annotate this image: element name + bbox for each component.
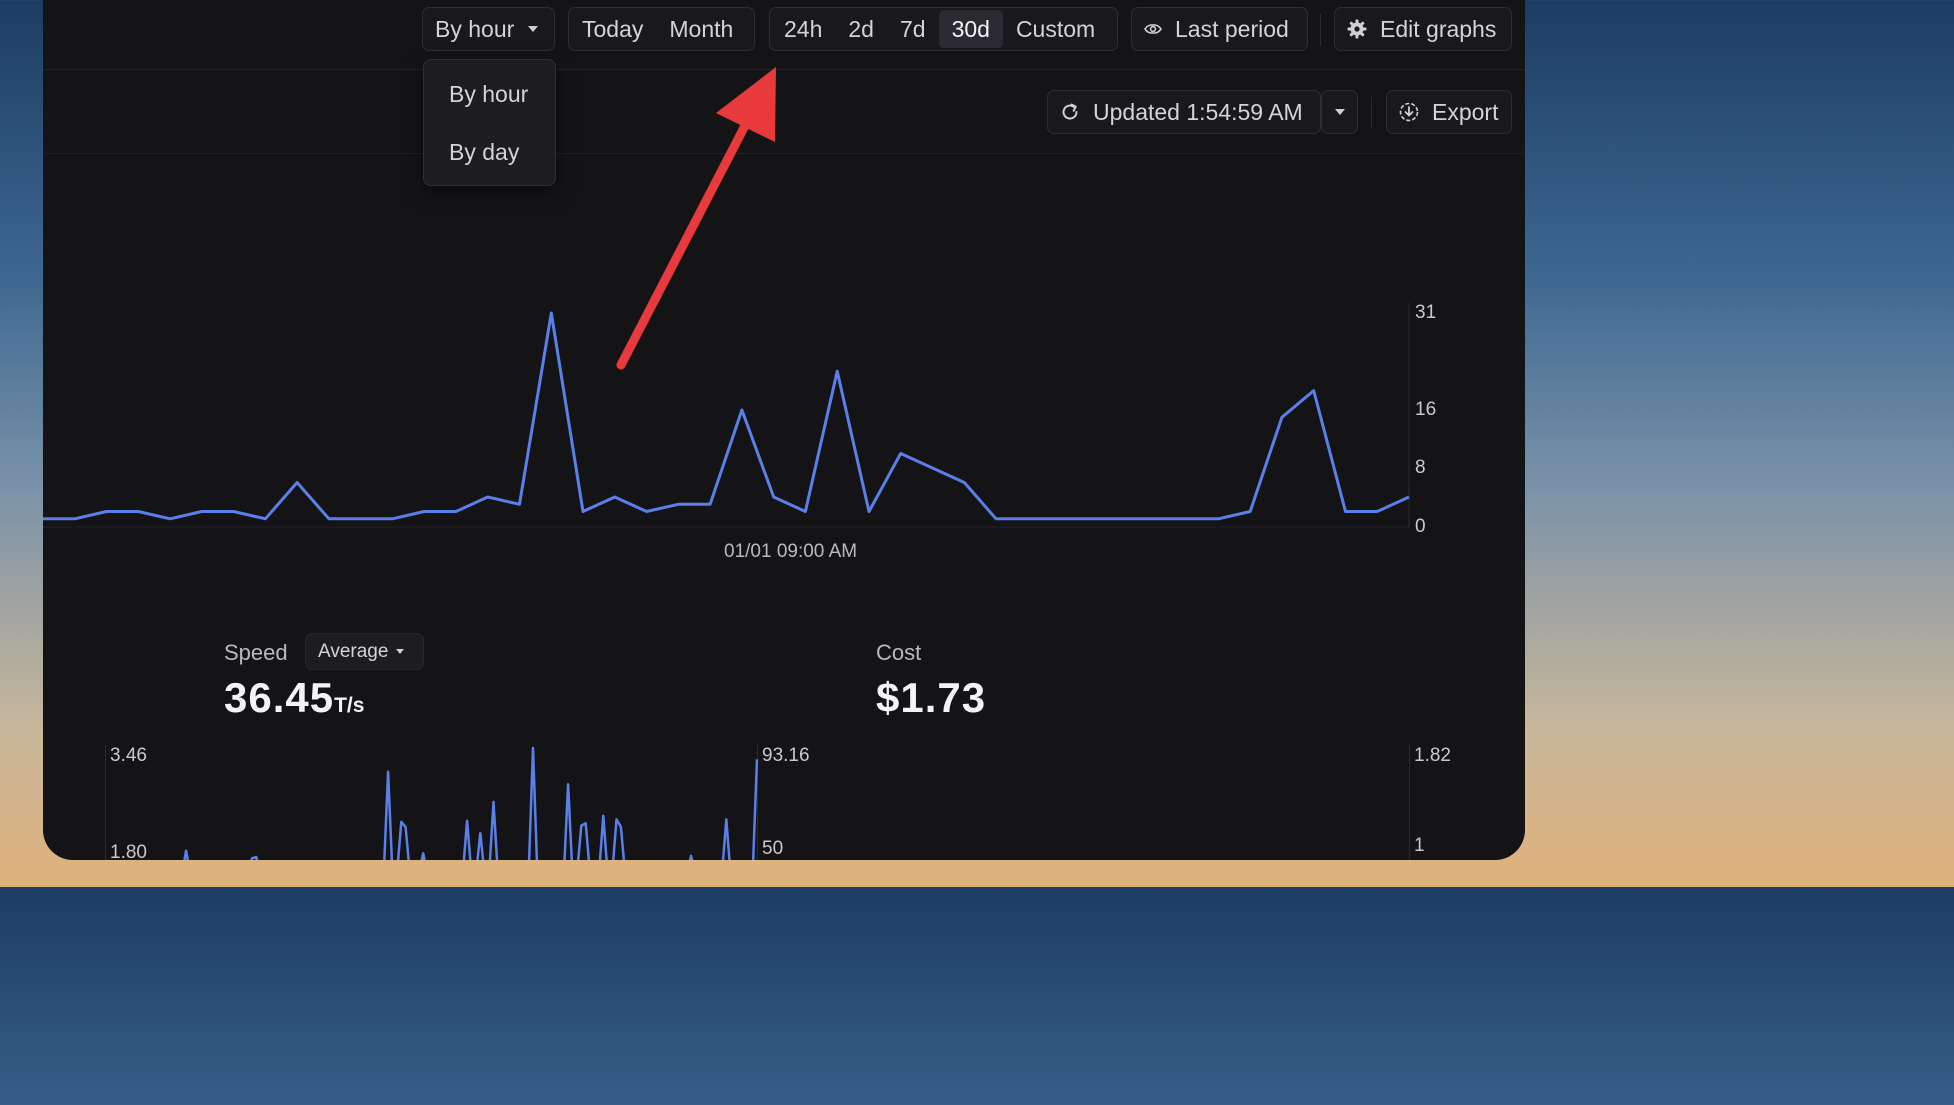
group-by-menu: By hour By day bbox=[423, 59, 556, 186]
menu-item-by-day[interactable]: By day bbox=[449, 139, 519, 166]
menu-item-by-hour[interactable]: By hour bbox=[449, 81, 528, 108]
cost-chart-axis bbox=[1409, 745, 1410, 860]
arrow-shaft bbox=[616, 113, 754, 370]
cost-y-tick: 1 bbox=[1414, 835, 1425, 856]
speed-series-line bbox=[183, 746, 759, 860]
app-window: By hour Today Month 24h 2d 7d 30d Custom… bbox=[43, 0, 1525, 860]
cost-y-tick: 1.82 bbox=[1414, 745, 1451, 766]
annotation-arrow bbox=[616, 67, 776, 370]
